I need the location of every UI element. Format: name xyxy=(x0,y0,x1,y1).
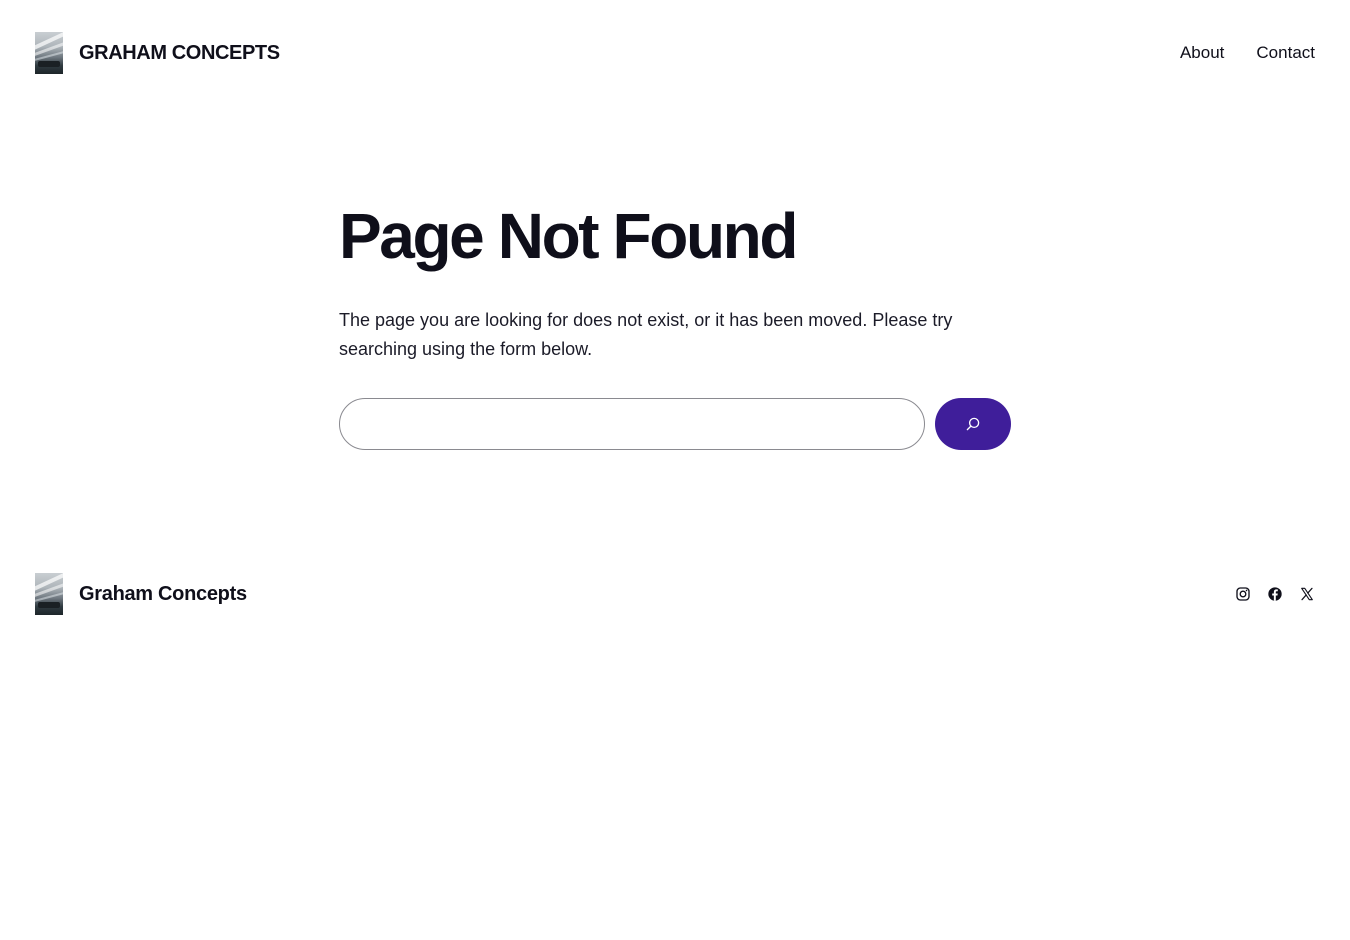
facebook-link[interactable] xyxy=(1267,586,1283,602)
nav-link-about[interactable]: About xyxy=(1180,43,1224,63)
site-logo[interactable] xyxy=(35,32,63,74)
instagram-link[interactable] xyxy=(1235,586,1251,602)
main-content: Page Not Found The page you are looking … xyxy=(339,196,1019,450)
footer-brand: Graham Concepts xyxy=(35,573,247,615)
site-header: GRAHAM CONCEPTS About Contact xyxy=(35,32,1315,74)
brand: GRAHAM CONCEPTS xyxy=(35,32,280,74)
primary-nav: About Contact xyxy=(1180,43,1315,63)
facebook-icon xyxy=(1268,587,1282,601)
page-title: Page Not Found xyxy=(339,200,798,272)
site-title-link[interactable]: GRAHAM CONCEPTS xyxy=(79,42,280,65)
x-link[interactable] xyxy=(1299,586,1315,602)
search-button[interactable] xyxy=(935,398,1011,450)
nav-link-contact[interactable]: Contact xyxy=(1256,43,1315,63)
not-found-message: The page you are looking for does not ex… xyxy=(339,310,953,359)
footer-logo[interactable] xyxy=(35,573,63,615)
page: GRAHAM CONCEPTS About Contact Page Not F… xyxy=(0,0,1350,940)
social-links xyxy=(1235,586,1315,602)
search-icon xyxy=(966,417,980,431)
footer-site-title-link[interactable]: Graham Concepts xyxy=(79,583,247,606)
site-footer: Graham Concepts xyxy=(35,573,1315,615)
instagram-icon xyxy=(1236,587,1250,601)
x-icon xyxy=(1301,587,1313,601)
search-form xyxy=(339,398,1019,450)
search-input[interactable] xyxy=(339,398,925,450)
